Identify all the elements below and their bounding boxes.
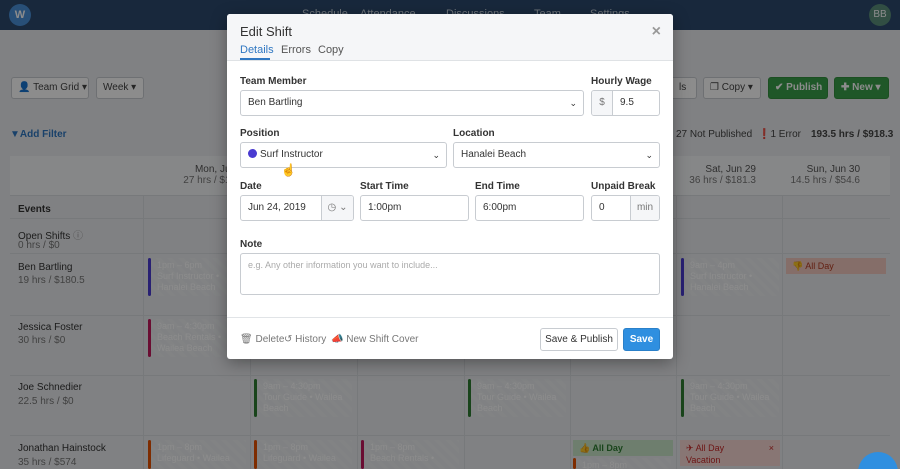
history-label: History xyxy=(295,334,327,345)
chevron-down-icon: ⌄ xyxy=(569,98,577,108)
date-label: Date xyxy=(240,181,262,192)
history-icon: ↺ xyxy=(284,334,293,345)
mouse-cursor-icon: ☝ xyxy=(281,163,296,177)
tab-copy[interactable]: Copy xyxy=(318,44,344,56)
team-member-select[interactable]: Ben Bartling ⌄ xyxy=(240,90,584,116)
tab-details[interactable]: Details xyxy=(240,44,274,56)
hourly-wage-value: 9.5 xyxy=(620,97,634,108)
date-value: Jun 24, 2019 xyxy=(248,202,306,213)
start-time-label: Start Time xyxy=(360,181,409,192)
modal-footer-divider xyxy=(227,317,673,318)
location-value: Hanalei Beach xyxy=(461,149,527,160)
location-select[interactable]: Hanalei Beach ⌄ xyxy=(453,142,660,168)
start-time-input[interactable]: 1:00pm xyxy=(360,195,469,221)
save-publish-button[interactable]: Save & Publish xyxy=(540,328,618,351)
position-color-dot xyxy=(248,149,257,158)
new-shift-cover-label: New Shift Cover xyxy=(346,334,419,345)
position-value: Surf Instructor xyxy=(260,149,323,160)
position-label: Position xyxy=(240,128,280,139)
team-member-label: Team Member xyxy=(240,76,307,87)
close-icon[interactable]: × xyxy=(652,23,661,41)
position-select[interactable]: Surf Instructor ⌄ xyxy=(240,142,447,168)
time-picker-toggle[interactable]: ◷ ⌄ xyxy=(321,196,353,220)
history-link[interactable]: ↺ History xyxy=(284,334,326,345)
hourly-wage-label: Hourly Wage xyxy=(591,76,652,87)
date-picker[interactable]: Jun 24, 2019 ◷ ⌄ xyxy=(240,195,354,221)
chevron-down-icon: ⌄ xyxy=(339,202,348,213)
megaphone-icon: 📣 xyxy=(331,334,344,345)
chevron-down-icon: ⌄ xyxy=(645,150,653,160)
new-shift-cover-link[interactable]: 📣 New Shift Cover xyxy=(331,334,418,345)
note-label: Note xyxy=(240,239,263,250)
edit-shift-modal: Edit Shift × Details Errors Copy Team Me… xyxy=(227,14,673,359)
end-time-label: End Time xyxy=(475,181,520,192)
end-time-input[interactable]: 6:00pm xyxy=(475,195,584,221)
start-time-value: 1:00pm xyxy=(368,202,402,213)
delete-label: Delete xyxy=(255,334,285,345)
chevron-down-icon: ⌄ xyxy=(432,150,440,160)
save-button[interactable]: Save xyxy=(623,328,660,351)
modal-title: Edit Shift xyxy=(240,24,293,39)
note-textarea[interactable] xyxy=(240,253,660,295)
unpaid-break-input[interactable]: 0 min xyxy=(591,195,660,221)
team-member-value: Ben Bartling xyxy=(248,97,303,108)
location-label: Location xyxy=(453,128,495,139)
end-time-value: 6:00pm xyxy=(483,202,517,213)
unpaid-break-label: Unpaid Break xyxy=(591,181,656,192)
unpaid-break-value: 0 xyxy=(599,202,605,213)
currency-addon: $ xyxy=(592,91,613,115)
delete-link[interactable]: 🗑 Delete xyxy=(240,334,284,345)
clock-icon: ◷ xyxy=(327,202,337,213)
break-unit-addon: min xyxy=(630,196,659,220)
active-tab-indicator xyxy=(240,58,270,60)
tab-errors[interactable]: Errors xyxy=(281,44,311,56)
hourly-wage-field[interactable]: $ 9.5 xyxy=(591,90,660,116)
trash-icon: 🗑 xyxy=(240,334,253,345)
